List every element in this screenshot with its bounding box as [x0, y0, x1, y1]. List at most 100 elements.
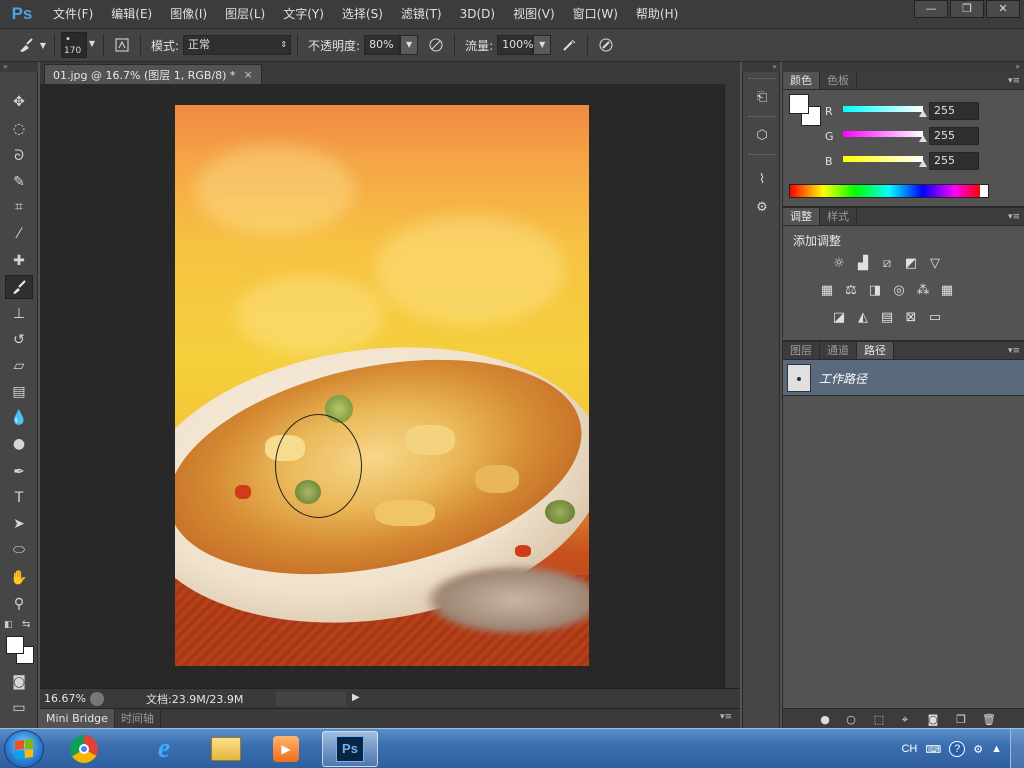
- marquee-tool-icon[interactable]: ◌: [5, 117, 33, 141]
- panel-menu-icon[interactable]: ▾≡: [720, 712, 732, 722]
- blue-value[interactable]: 255: [929, 152, 979, 170]
- flow-dropdown-icon[interactable]: ▼: [533, 35, 552, 55]
- menu-view[interactable]: 视图(V): [504, 0, 564, 28]
- threshold-icon[interactable]: ▤: [877, 308, 897, 326]
- gradient-map-icon[interactable]: ⊠: [901, 308, 921, 326]
- load-as-selection-icon[interactable]: ⬚: [871, 713, 887, 727]
- blue-track[interactable]: [843, 156, 923, 162]
- taskbar-app-chrome[interactable]: [56, 731, 112, 767]
- move-tool-icon[interactable]: ✥: [5, 90, 33, 114]
- foreground-color-swatch[interactable]: [6, 636, 24, 654]
- menu-filter[interactable]: 滤镜(T): [392, 0, 451, 28]
- green-slider[interactable]: G 255: [825, 127, 1021, 147]
- menu-3d[interactable]: 3D(D): [451, 0, 504, 28]
- stroke-path-icon[interactable]: ○: [843, 713, 859, 727]
- make-work-path-icon[interactable]: ⌖: [897, 713, 913, 727]
- keyboard-icon[interactable]: ⌨: [925, 743, 941, 756]
- levels-icon[interactable]: ▟: [853, 254, 873, 272]
- tab-paths[interactable]: 路径: [857, 342, 894, 359]
- quick-mask-icon[interactable]: ◙: [5, 670, 33, 694]
- taskbar-app-photoshop[interactable]: Ps: [322, 731, 378, 767]
- opacity-dropdown-icon[interactable]: ▼: [400, 35, 419, 55]
- healing-brush-tool-icon[interactable]: ✚: [5, 249, 33, 273]
- minimize-button[interactable]: —: [914, 0, 948, 18]
- canvas-area[interactable]: [40, 84, 724, 688]
- fill-path-icon[interactable]: ●: [817, 713, 833, 727]
- history-panel-icon[interactable]: ⎗: [751, 86, 773, 108]
- taskbar-app-internet-explorer[interactable]: e: [136, 731, 192, 767]
- restore-button[interactable]: ❐: [950, 0, 984, 18]
- curves-icon[interactable]: ⧄: [877, 254, 897, 272]
- taskbar-app-media-player[interactable]: ▶: [258, 731, 314, 767]
- red-track[interactable]: [843, 106, 923, 112]
- status-menu-arrow-icon[interactable]: ▶: [352, 692, 364, 706]
- path-selection-tool-icon[interactable]: ➤: [5, 512, 33, 536]
- panel-menu-icon[interactable]: ▾≡: [1008, 76, 1020, 86]
- red-slider[interactable]: R 255: [825, 102, 1021, 122]
- screen-mode-icon[interactable]: ▭: [5, 696, 33, 720]
- foreground-color-swatch[interactable]: [789, 94, 809, 114]
- quick-select-tool-icon[interactable]: ✎: [5, 170, 33, 194]
- zoom-tool-icon[interactable]: ⚲: [5, 592, 33, 616]
- vertical-scrollbar[interactable]: [724, 84, 740, 688]
- black-white-icon[interactable]: ◨: [865, 281, 885, 299]
- start-button[interactable]: [4, 730, 44, 768]
- tools-collapse-icon[interactable]: »: [0, 62, 38, 72]
- eraser-tool-icon[interactable]: ▱: [5, 354, 33, 378]
- panel-menu-icon[interactable]: ▾≡: [1008, 346, 1020, 356]
- pressure-size-icon[interactable]: [594, 33, 618, 57]
- history-brush-tool-icon[interactable]: ↺: [5, 328, 33, 352]
- menu-image[interactable]: 图像(I): [161, 0, 216, 28]
- menu-type[interactable]: 文字(Y): [274, 0, 333, 28]
- show-desktop-button[interactable]: [1010, 729, 1024, 768]
- opacity-input[interactable]: 80%: [364, 35, 401, 55]
- close-tab-icon[interactable]: ×: [243, 68, 252, 81]
- brush-tool-icon[interactable]: [14, 33, 38, 57]
- input-language-indicator[interactable]: CH: [901, 743, 917, 755]
- channel-mixer-icon[interactable]: ⁂: [913, 281, 933, 299]
- green-track[interactable]: [843, 131, 923, 137]
- posterize-icon[interactable]: ◭: [853, 308, 873, 326]
- menu-edit[interactable]: 编辑(E): [102, 0, 161, 28]
- tab-channels[interactable]: 通道: [820, 342, 857, 359]
- crop-tool-icon[interactable]: ⌗: [5, 195, 33, 219]
- hue-saturation-icon[interactable]: ▦: [817, 281, 837, 299]
- tab-layers[interactable]: 图层: [783, 342, 820, 359]
- path-name[interactable]: 工作路径: [819, 370, 867, 387]
- tab-timeline[interactable]: 时间轴: [115, 709, 161, 728]
- show-hidden-icons-icon[interactable]: ▲: [991, 743, 1002, 755]
- menu-file[interactable]: 文件(F): [44, 0, 102, 28]
- color-swatches[interactable]: [6, 636, 34, 664]
- add-mask-icon[interactable]: ◙: [925, 713, 941, 727]
- type-tool-icon[interactable]: T: [5, 486, 33, 510]
- color-lookup-icon[interactable]: ▦: [937, 281, 957, 299]
- red-value[interactable]: 255: [929, 102, 979, 120]
- brush-picker-arrow-icon[interactable]: ▼: [87, 35, 97, 55]
- close-button[interactable]: ✕: [986, 0, 1020, 18]
- red-thumb[interactable]: [919, 110, 927, 117]
- hand-tool-icon[interactable]: ✋: [5, 566, 33, 590]
- tab-mini-bridge[interactable]: Mini Bridge: [40, 709, 115, 728]
- brush-tool-icon[interactable]: [5, 275, 33, 299]
- dodge-tool-icon[interactable]: ●: [5, 432, 33, 456]
- tab-adjustments[interactable]: 调整: [783, 208, 820, 225]
- pen-tool-icon[interactable]: ✒: [5, 460, 33, 484]
- color-spectrum-ramp[interactable]: [789, 184, 989, 198]
- brush-settings-icon[interactable]: ⚙: [751, 196, 773, 218]
- tab-styles[interactable]: 样式: [820, 208, 857, 225]
- menu-select[interactable]: 选择(S): [333, 0, 392, 28]
- panel-menu-icon[interactable]: ▾≡: [1008, 212, 1020, 222]
- brush-panel-toggle-icon[interactable]: [110, 33, 134, 57]
- ellipse-tool-icon[interactable]: ⬭: [5, 538, 33, 562]
- swap-colors-icon[interactable]: ⇆: [22, 619, 30, 630]
- panel-collapse-icon[interactable]: »: [782, 62, 1024, 72]
- help-icon[interactable]: ?: [949, 741, 966, 757]
- flow-input[interactable]: 100%: [497, 35, 534, 55]
- blend-mode-select[interactable]: 正常 ⇕: [183, 35, 292, 55]
- tab-color[interactable]: 颜色: [783, 72, 820, 89]
- status-info-icon[interactable]: [90, 691, 104, 706]
- brush-presets-icon[interactable]: ⌇: [751, 168, 773, 190]
- food-photo-canvas[interactable]: [175, 105, 589, 666]
- strip-collapse-icon[interactable]: «: [742, 62, 780, 72]
- blur-tool-icon[interactable]: 💧: [5, 406, 33, 430]
